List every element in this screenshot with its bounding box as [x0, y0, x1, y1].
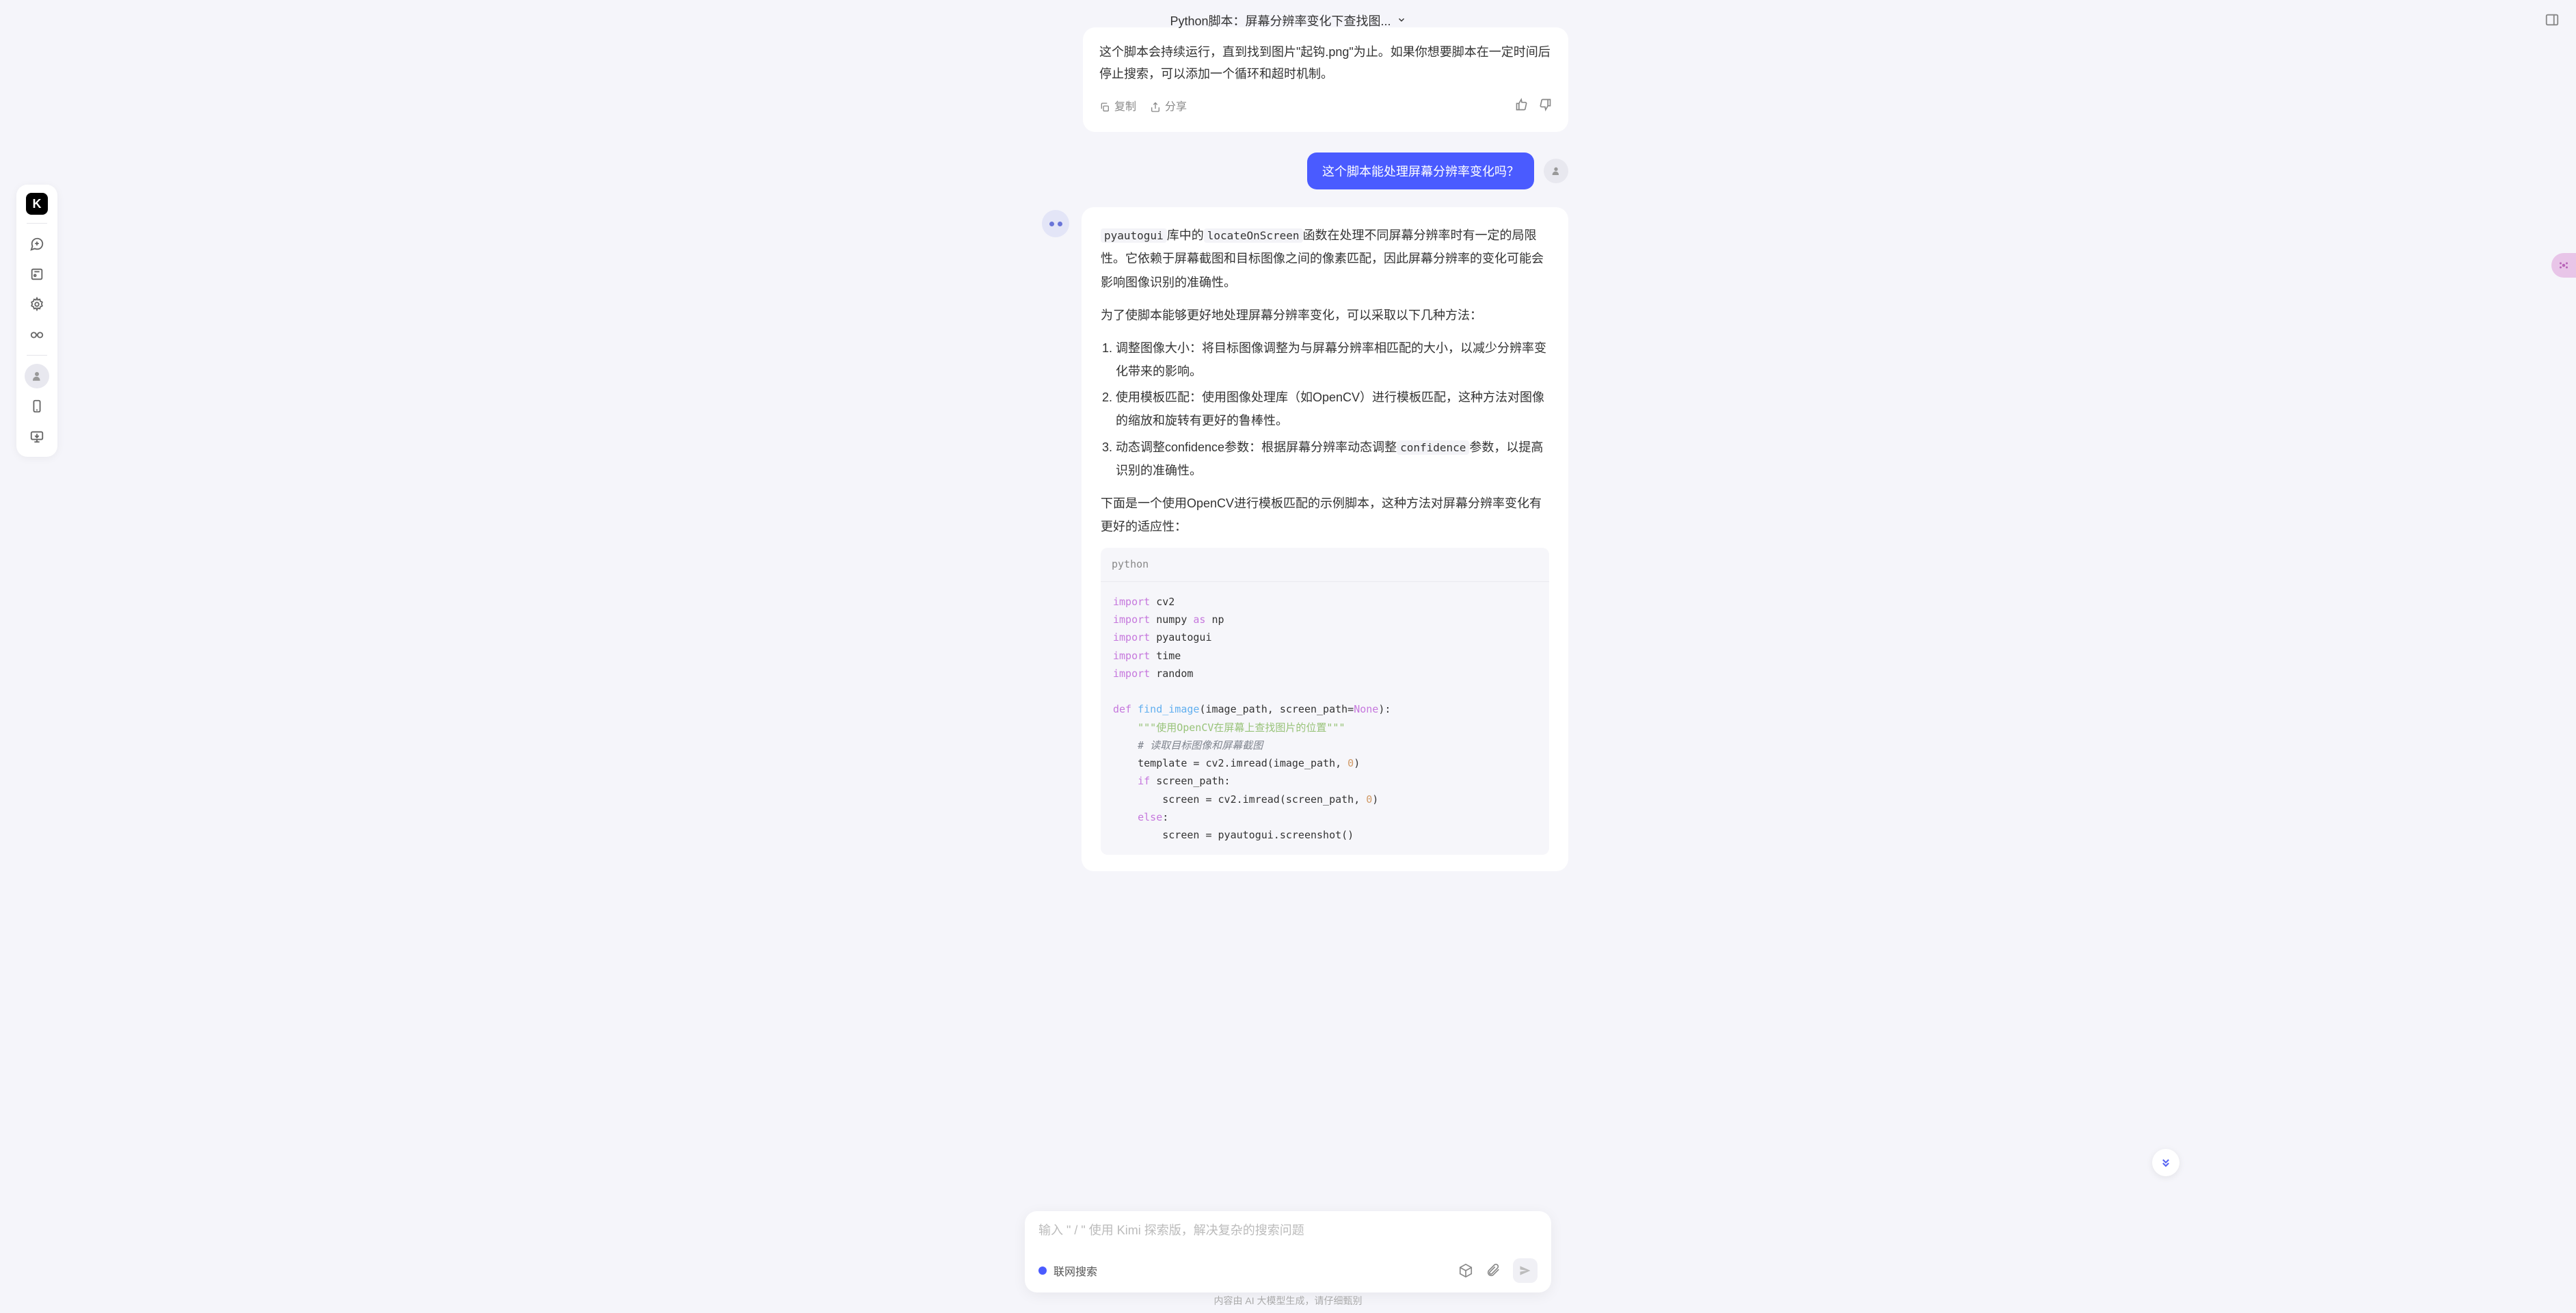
user-message-bubble: 这个脚本能处理屏幕分辨率变化吗？: [1307, 152, 1534, 189]
inline-code: locateOnScreen: [1204, 228, 1303, 243]
new-chat-icon[interactable]: [25, 232, 49, 256]
list-item: 调整图像大小：将目标图像调整为与屏幕分辨率相匹配的大小，以减少分辨率变化带来的影…: [1116, 336, 1549, 383]
assistant-content: pyautogui库中的locateOnScreen函数在处理不同屏幕分辨率时有…: [1082, 207, 1568, 871]
download-icon[interactable]: [25, 424, 49, 449]
logo[interactable]: K: [26, 193, 48, 215]
share-button[interactable]: 分享: [1150, 98, 1187, 118]
list-item: 动态调整confidence参数：根据屏幕分辨率动态调整confidence参数…: [1116, 436, 1549, 482]
web-search-indicator-icon: [1038, 1266, 1047, 1275]
panel-toggle-icon[interactable]: [2545, 12, 2560, 31]
thumbs-up-icon[interactable]: [1515, 96, 1529, 118]
user-avatar-small: [1544, 159, 1568, 183]
assistant-message-row: pyautogui库中的locateOnScreen函数在处理不同屏幕分辨率时有…: [1042, 207, 1568, 871]
code-body: import cv2 import numpy as np import pya…: [1101, 582, 1549, 856]
assistant-text: 这个脚本会持续运行，直到找到图片"起钩.png"为止。如果你想要脚本在一定时间后…: [1099, 41, 1552, 85]
attachment-icon[interactable]: [1486, 1263, 1501, 1278]
divider: [27, 355, 47, 356]
assistant-paragraph: 为了使脚本能够更好地处理屏幕分辨率变化，可以采取以下几种方法：: [1101, 304, 1549, 327]
web-search-toggle[interactable]: 联网搜索: [1038, 1262, 1097, 1279]
history-icon[interactable]: [25, 262, 49, 287]
user-message-row: 这个脚本能处理屏幕分辨率变化吗？: [1042, 152, 1568, 189]
assistant-avatar: [1042, 210, 1069, 237]
mobile-icon[interactable]: [25, 394, 49, 419]
assistant-message-card: 这个脚本会持续运行，直到找到图片"起钩.png"为止。如果你想要脚本在一定时间后…: [1083, 27, 1568, 132]
conversation-title[interactable]: Python脚本：屏幕分辨率变化下查找图...: [1170, 12, 1406, 29]
assistant-paragraph: 下面是一个使用OpenCV进行模板匹配的示例脚本，这种方法对屏幕分辨率变化有更好…: [1101, 492, 1549, 538]
assistant-paragraph: pyautogui库中的locateOnScreen函数在处理不同屏幕分辨率时有…: [1101, 224, 1549, 294]
code-block: python import cv2 import numpy as np imp…: [1101, 548, 1549, 855]
inline-code: confidence: [1397, 440, 1469, 455]
assistant-list: 调整图像大小：将目标图像调整为与屏幕分辨率相匹配的大小，以减少分辨率变化带来的影…: [1116, 336, 1549, 482]
message-actions: 复制 分享: [1099, 96, 1552, 118]
chat-input-area: 联网搜索: [1025, 1211, 1551, 1292]
settings-icon[interactable]: [25, 292, 49, 317]
user-avatar[interactable]: [25, 364, 49, 388]
chat-input[interactable]: [1038, 1223, 1538, 1238]
send-button[interactable]: [1513, 1258, 1538, 1283]
ai-disclaimer: 内容由 AI 大模型生成，请仔细甄别: [1213, 1294, 1362, 1308]
floating-widget-icon[interactable]: [2551, 253, 2576, 278]
scroll-to-bottom-button[interactable]: [2152, 1149, 2179, 1176]
cube-icon[interactable]: [1458, 1263, 1473, 1278]
divider: [27, 223, 47, 224]
sidebar: K: [16, 185, 57, 457]
glasses-icon[interactable]: [25, 322, 49, 347]
title-text: Python脚本：屏幕分辨率变化下查找图...: [1170, 12, 1391, 29]
copy-button[interactable]: 复制: [1099, 98, 1136, 118]
chevron-down-icon: [1397, 14, 1406, 28]
thumbs-down-icon[interactable]: [1538, 96, 1552, 118]
list-item: 使用模板匹配：使用图像处理库（如OpenCV）进行模板匹配，这种方法对图像的缩放…: [1116, 386, 1549, 432]
inline-code: pyautogui: [1101, 228, 1167, 243]
code-language-label: python: [1101, 548, 1549, 582]
